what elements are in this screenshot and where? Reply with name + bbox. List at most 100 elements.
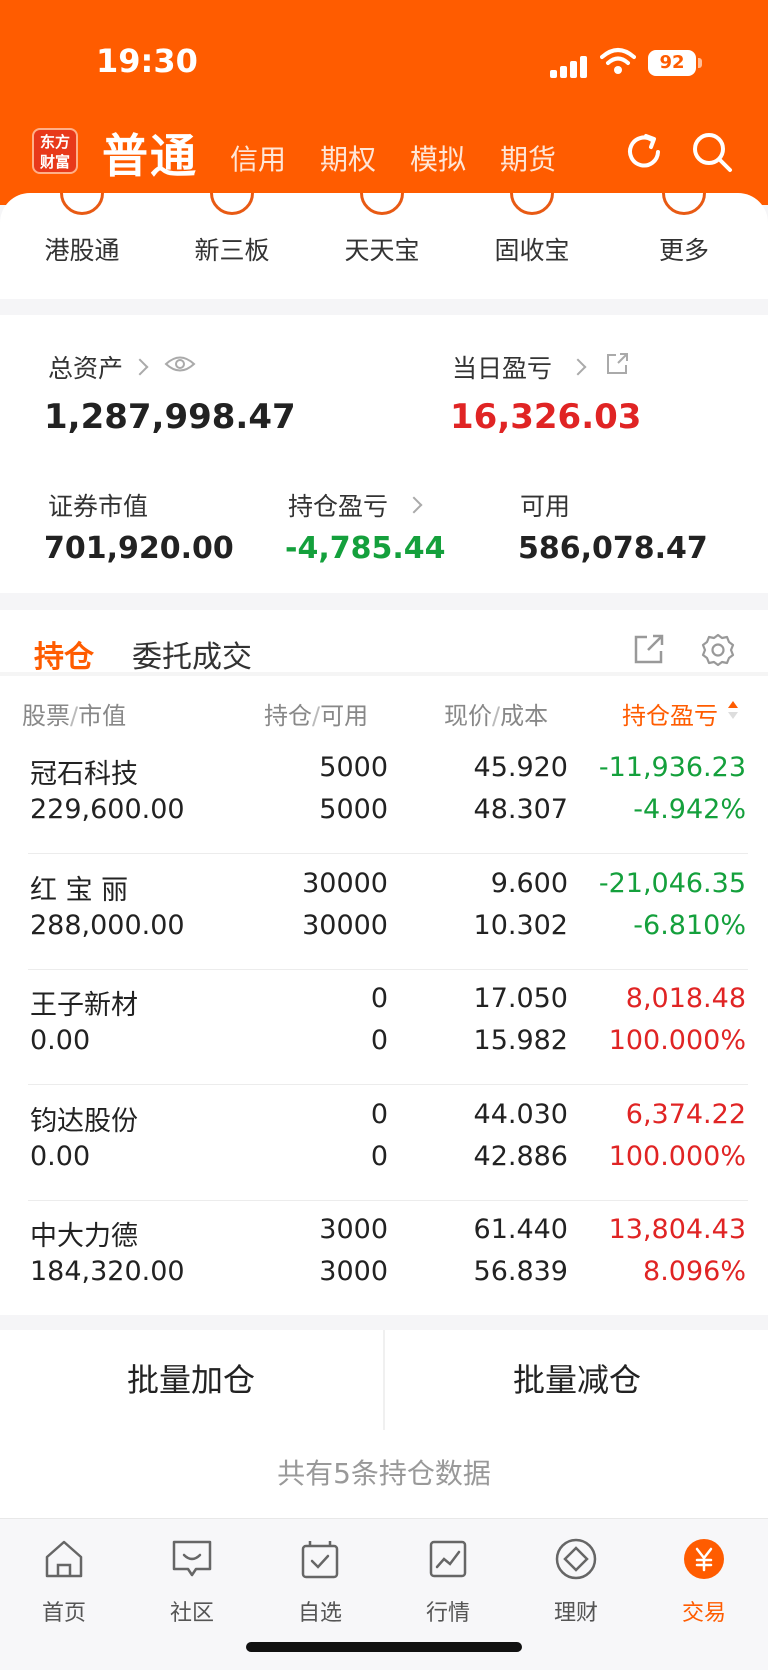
holding-qty: 3000 <box>319 1214 388 1245</box>
checklist-icon <box>301 1541 339 1579</box>
stock-market-value: 288,000.00 <box>30 909 185 941</box>
eye-icon[interactable] <box>164 351 196 377</box>
status-bar: 19:30 92 <box>0 0 768 120</box>
current-price: 9.600 <box>490 867 568 899</box>
tab-holdings[interactable]: 持仓 <box>34 632 94 676</box>
table-row[interactable]: 钧达股份 0.00 0 0 44.030 42.886 6,374.22 100.000% <box>0 1087 768 1203</box>
search-icon[interactable] <box>690 130 734 174</box>
available-label: 可用 <box>520 492 571 521</box>
quick-item-neeq[interactable]: 新三板 <box>172 193 292 293</box>
row-divider <box>28 968 748 970</box>
available-qty: 30000 <box>302 909 388 941</box>
cost-price: 56.839 <box>473 1256 568 1287</box>
position-pl-percent: 100.000% <box>608 1025 746 1056</box>
current-price: 61.440 <box>473 1214 568 1245</box>
total-assets-label[interactable]: 总资产 <box>48 349 123 385</box>
cost-price: 42.886 <box>473 1140 568 1172</box>
position-pl: -21,046.35 <box>598 867 746 899</box>
stock-market-value: 229,600.00 <box>30 794 185 825</box>
more-icon <box>662 193 706 215</box>
stock-market-value: 0.00 <box>30 1140 91 1172</box>
holding-qty: 30000 <box>302 867 388 899</box>
battery-icon: 92 <box>648 50 702 76</box>
stock-name: 钧达股份 <box>30 1105 138 1137</box>
quick-item-more[interactable]: 更多 <box>624 193 744 293</box>
stock-market-value: 184,320.00 <box>30 1256 185 1287</box>
tab-credit[interactable]: 信用 <box>230 138 286 178</box>
home-icon <box>45 1540 83 1578</box>
tab-simulation[interactable]: 模拟 <box>410 138 466 178</box>
batch-reduce-button[interactable]: 批量减仓 <box>386 1330 768 1430</box>
position-pl: 13,804.43 <box>608 1214 746 1245</box>
quick-item-hk-connect[interactable]: 港股通 <box>22 193 142 293</box>
export-icon[interactable] <box>632 632 666 666</box>
row-divider <box>28 1084 748 1085</box>
position-pl-label[interactable]: 持仓盈亏 <box>288 487 388 523</box>
holding-qty: 0 <box>370 983 388 1014</box>
column-header-price[interactable]: 现价/成本 <box>444 696 548 731</box>
position-pl: 6,374.22 <box>625 1098 746 1130</box>
chevron-right-icon <box>131 358 149 376</box>
holding-qty: 5000 <box>319 752 388 783</box>
current-price: 45.920 <box>473 752 568 783</box>
current-price: 44.030 <box>473 1098 568 1130</box>
position-pl-percent: 8.096% <box>643 1256 746 1287</box>
cost-price: 15.982 <box>473 1025 568 1056</box>
available-qty: 0 <box>370 1025 388 1056</box>
quick-menu: 港股通 新三板 天天宝 固收宝 更多 <box>0 193 768 299</box>
batch-divider <box>383 1330 385 1430</box>
share-icon[interactable] <box>604 351 630 377</box>
home-indicator <box>246 1642 522 1652</box>
daily-pl-value: 16,326.03 <box>450 397 642 437</box>
holding-qty: 0 <box>370 1098 388 1130</box>
column-header-position-pl[interactable]: 持仓盈亏 <box>622 696 718 731</box>
chevron-right-icon <box>569 358 587 376</box>
tab-options[interactable]: 期权 <box>320 138 376 178</box>
chat-icon <box>172 1540 212 1577</box>
column-header-stock[interactable]: 股票/市值 <box>22 696 126 731</box>
sort-icon[interactable] <box>726 698 740 722</box>
tab-futures[interactable]: 期货 <box>500 138 556 178</box>
chevron-right-icon <box>405 496 423 514</box>
table-row[interactable]: 红 宝 丽 288,000.00 30000 30000 9.600 10.302 -21,… <box>0 856 768 972</box>
table-row[interactable]: 中大力德 184,320.00 3000 3000 61.440 56.839 13,804… <box>0 1202 768 1318</box>
nav-trade[interactable]: 交易 <box>640 1537 768 1637</box>
status-time: 19:30 <box>96 42 198 80</box>
cost-price: 48.307 <box>473 794 568 825</box>
batch-add-button[interactable]: 批量加仓 <box>0 1330 382 1430</box>
tab-orders-trades[interactable]: 委托成交 <box>132 632 252 676</box>
positions-panel: 持仓 委托成交 股票/市值 持仓/可用 现价/成本 持仓盈亏 冠石科技 229,6… <box>0 610 768 1315</box>
available-qty: 5000 <box>319 794 388 825</box>
table-row[interactable]: 王子新材 0.00 0 0 17.050 15.982 8,018.48 100.000% <box>0 971 768 1087</box>
nav-market[interactable]: 行情 <box>384 1537 512 1637</box>
position-pl-percent: -4.942% <box>633 794 746 825</box>
wifi-icon <box>600 48 636 74</box>
account-type-nav: 东方财富 普通 信用 期权 模拟 期货 <box>0 120 768 200</box>
position-pl: 8,018.48 <box>625 983 746 1014</box>
batch-actions: 批量加仓 批量减仓 <box>0 1330 768 1430</box>
refresh-icon[interactable] <box>622 130 666 174</box>
position-pl-value: -4,785.44 <box>285 531 446 566</box>
column-header-holdings[interactable]: 持仓/可用 <box>264 696 368 731</box>
chart-line-icon <box>429 1540 467 1578</box>
nav-watchlist[interactable]: 自选 <box>256 1537 384 1637</box>
position-pl-percent: -6.810% <box>633 909 746 941</box>
settings-gear-icon[interactable] <box>700 632 736 668</box>
available-value: 586,078.47 <box>518 531 708 566</box>
row-divider <box>28 853 748 854</box>
daily-pl-label[interactable]: 当日盈亏 <box>452 349 552 385</box>
nav-community[interactable]: 社区 <box>128 1537 256 1637</box>
quick-item-tiantianbao[interactable]: 天天宝 <box>322 193 442 293</box>
cost-price: 10.302 <box>473 909 568 941</box>
yuan-coin-icon <box>684 1539 724 1579</box>
table-row[interactable]: 冠石科技 229,600.00 5000 5000 45.920 48.307 -11,93… <box>0 740 768 856</box>
holdings-count-text: 共有5条持仓数据 <box>0 1430 768 1518</box>
stock-name: 中大力德 <box>30 1221 138 1252</box>
stock-name: 冠石科技 <box>30 759 138 790</box>
tab-normal-account[interactable]: 普通 <box>102 120 198 186</box>
stock-market-value: 0.00 <box>30 1025 91 1056</box>
available-qty: 3000 <box>319 1256 388 1287</box>
nav-home[interactable]: 首页 <box>0 1537 128 1637</box>
nav-wealth[interactable]: 理财 <box>512 1537 640 1637</box>
quick-item-fixed-income[interactable]: 固收宝 <box>472 193 592 293</box>
